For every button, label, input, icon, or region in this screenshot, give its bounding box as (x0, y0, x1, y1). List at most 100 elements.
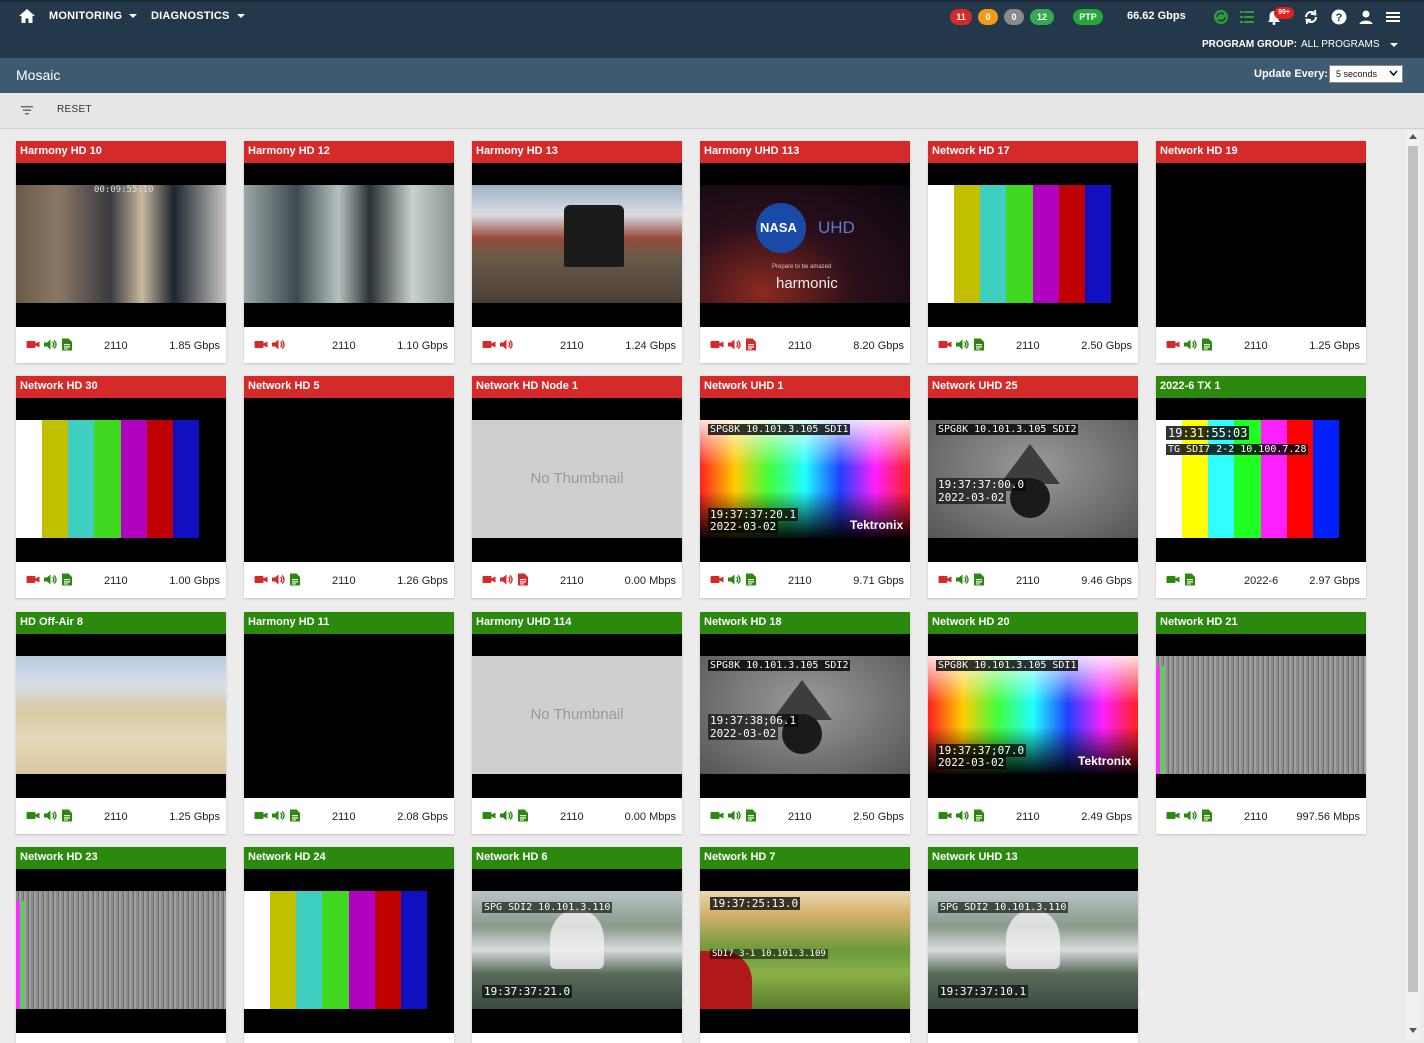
video-preview[interactable]: NASA UHD Prepare to be amazed harmonic (700, 163, 910, 327)
video-preview[interactable] (1156, 634, 1366, 798)
video-thumbnail[interactable]: No Thumbnail (472, 656, 682, 774)
video-thumbnail[interactable] (16, 656, 226, 774)
video-thumbnail[interactable]: 00:09:55:10 (16, 185, 226, 303)
data-document-icon[interactable] (1183, 573, 1197, 586)
stream-tile-title[interactable]: Harmony UHD 114 (472, 612, 682, 634)
data-document-icon[interactable] (516, 809, 530, 822)
video-preview[interactable] (16, 634, 226, 798)
stream-tile[interactable]: Network UHD 1 SPG8K 10.101.3.105 SDI1 19:3… (700, 376, 910, 598)
data-document-icon[interactable] (972, 573, 986, 586)
stream-tile-title[interactable]: Harmony HD 10 (16, 141, 226, 163)
stream-tile[interactable]: Network HD 19 2110 1.25 Gbps (1156, 141, 1366, 363)
stream-tile-title[interactable]: Harmony UHD 113 (700, 141, 910, 163)
scroll-up-arrow-icon[interactable] (1409, 134, 1417, 139)
video-preview[interactable] (244, 634, 454, 798)
audio-speaker-icon[interactable] (727, 809, 741, 822)
stream-tile[interactable]: Network HD 21 2110 997.56 Mbps (1156, 612, 1366, 834)
video-preview[interactable]: 19:37:25:13.0 SDI7 3-1 10.101.3.109 (700, 869, 910, 1033)
video-thumbnail[interactable]: SPG8K 10.101.3.105 SDI2 19:37:38;06.1 2022… (700, 656, 910, 774)
stream-tile-title[interactable]: 2022-6 TX 1 (1156, 376, 1366, 398)
reset-button[interactable]: RESET (57, 104, 92, 115)
video-camera-icon[interactable] (26, 809, 40, 822)
stream-tile[interactable]: Network HD 18 SPG8K 10.101.3.105 SDI2 19:3… (700, 612, 910, 834)
stream-tile-title[interactable]: Network HD 23 (16, 847, 226, 869)
monitoring-menu[interactable]: MONITORING (49, 10, 138, 22)
stream-tile[interactable]: Network HD 23 (16, 847, 226, 1043)
video-camera-icon[interactable] (26, 573, 40, 586)
video-thumbnail[interactable]: SPG8K 10.101.3.105 SDI1 19:37:37:20.1 2022… (700, 420, 910, 538)
video-preview[interactable]: SPG SDI2 10.101.3.110 19:37:37:21.0 (472, 869, 682, 1033)
video-preview[interactable]: SPG8K 10.101.3.105 SDI2 19:37:37:00.0 2022… (928, 398, 1138, 562)
video-thumbnail[interactable] (472, 185, 682, 303)
data-document-icon[interactable] (60, 573, 74, 586)
video-thumbnail[interactable] (16, 420, 226, 538)
ptp-badge[interactable]: PTP (1073, 9, 1103, 25)
video-thumbnail[interactable]: SPG SDI2 10.101.3.110 19:37:37:10.1 (928, 891, 1138, 1009)
stream-tile[interactable]: Network UHD 25 SPG8K 10.101.3.105 SDI2 19:… (928, 376, 1138, 598)
stream-tile[interactable]: 2022-6 TX 1 19:31:55:03 TG SDI7 2-2 10.100… (1156, 376, 1366, 598)
video-camera-icon[interactable] (482, 809, 496, 822)
diagnostics-menu[interactable]: DIAGNOSTICS (151, 10, 245, 22)
update-interval-select[interactable]: 5 seconds (1329, 65, 1403, 83)
audio-speaker-icon[interactable] (271, 573, 285, 586)
scrollbar-thumb[interactable] (1408, 146, 1418, 992)
list-icon[interactable] (1238, 8, 1256, 26)
data-document-icon[interactable] (744, 573, 758, 586)
audio-speaker-icon[interactable] (727, 338, 741, 351)
sync-status-icon[interactable] (1212, 8, 1230, 26)
video-thumbnail[interactable] (928, 185, 1138, 303)
video-camera-icon[interactable] (254, 573, 268, 586)
stream-tile-title[interactable]: Network HD Node 1 (472, 376, 682, 398)
audio-speaker-icon[interactable] (499, 338, 513, 351)
audio-speaker-icon[interactable] (955, 338, 969, 351)
video-thumbnail[interactable]: SPG8K 10.101.3.105 SDI2 19:37:37:00.0 2022… (928, 420, 1138, 538)
audio-speaker-icon[interactable] (499, 809, 513, 822)
video-preview[interactable] (244, 163, 454, 327)
video-thumbnail[interactable]: SPG SDI2 10.101.3.110 19:37:37:21.0 (472, 891, 682, 1009)
video-preview[interactable]: SPG8K 10.101.3.105 SDI1 19:37:37;07.0 2022… (928, 634, 1138, 798)
stream-tile-title[interactable]: Network HD 5 (244, 376, 454, 398)
scroll-down-arrow-icon[interactable] (1409, 1028, 1417, 1033)
status-badge-critical[interactable]: 11 (950, 9, 972, 25)
stream-tile[interactable]: Harmony HD 10 00:09:55:10 2110 1.85 Gbps (16, 141, 226, 363)
stream-tile-title[interactable]: Network UHD 13 (928, 847, 1138, 869)
stream-tile[interactable]: Network HD 6 SPG SDI2 10.101.3.110 19:37:3… (472, 847, 682, 1043)
filter-icon[interactable] (20, 104, 34, 116)
video-camera-icon[interactable] (1166, 809, 1180, 822)
data-document-icon[interactable] (60, 809, 74, 822)
video-camera-icon[interactable] (482, 573, 496, 586)
video-preview[interactable] (928, 163, 1138, 327)
home-icon[interactable] (18, 8, 36, 24)
stream-tile[interactable]: HD Off-Air 8 2110 1.25 Gbps (16, 612, 226, 834)
status-badge-warning[interactable]: 0 (978, 9, 998, 25)
stream-tile[interactable]: Network HD 20 SPG8K 10.101.3.105 SDI1 19:3… (928, 612, 1138, 834)
video-thumbnail[interactable]: 19:37:25:13.0 SDI7 3-1 10.101.3.109 (700, 891, 910, 1009)
data-document-icon[interactable] (516, 573, 530, 586)
video-preview[interactable] (16, 869, 226, 1033)
video-preview[interactable]: SPG8K 10.101.3.105 SDI2 19:37:38;06.1 2022… (700, 634, 910, 798)
stream-tile-title[interactable]: Network HD 18 (700, 612, 910, 634)
stream-tile[interactable]: Harmony HD 13 2110 1.24 Gbps (472, 141, 682, 363)
stream-tile[interactable]: Network HD 30 2110 1.00 Gbps (16, 376, 226, 598)
status-badge-unknown[interactable]: 0 (1004, 9, 1024, 25)
video-camera-icon[interactable] (1166, 338, 1180, 351)
audio-speaker-icon[interactable] (727, 573, 741, 586)
audio-speaker-icon[interactable] (43, 809, 57, 822)
video-thumbnail[interactable] (1156, 656, 1366, 774)
stream-tile-title[interactable]: Network UHD 1 (700, 376, 910, 398)
stream-tile-title[interactable]: Network UHD 25 (928, 376, 1138, 398)
video-preview[interactable] (244, 869, 454, 1033)
stream-tile[interactable]: Harmony HD 11 2110 2.08 Gbps (244, 612, 454, 834)
video-preview[interactable]: 19:31:55:03 TG SDI7 2-2 10.100.7.28 (1156, 398, 1366, 562)
stream-tile-title[interactable]: Network HD 20 (928, 612, 1138, 634)
data-document-icon[interactable] (744, 338, 758, 351)
stream-tile[interactable]: Network UHD 13 SPG SDI2 10.101.3.110 19:37… (928, 847, 1138, 1043)
video-thumbnail[interactable] (244, 891, 454, 1009)
video-preview[interactable] (1156, 163, 1366, 327)
stream-tile-title[interactable]: Network HD 21 (1156, 612, 1366, 634)
stream-tile[interactable]: Harmony UHD 113 NASA UHD Prepare to be amaz… (700, 141, 910, 363)
video-camera-icon[interactable] (938, 338, 952, 351)
stream-tile[interactable]: Network HD 17 2110 2.50 Gbps (928, 141, 1138, 363)
video-preview[interactable] (16, 398, 226, 562)
video-thumbnail[interactable] (244, 420, 454, 538)
